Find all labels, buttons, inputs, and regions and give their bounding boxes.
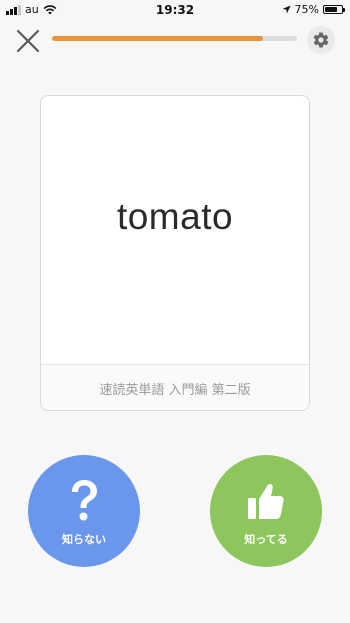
known-label: 知ってる xyxy=(244,533,288,546)
battery-level xyxy=(325,7,337,12)
progress-fill xyxy=(52,36,263,41)
close-button[interactable] xyxy=(14,27,42,55)
unknown-button[interactable]: 知らない xyxy=(28,455,140,567)
progress-bar xyxy=(52,36,297,41)
unknown-label: 知らない xyxy=(62,533,106,546)
settings-button[interactable] xyxy=(307,26,335,54)
location-arrow-icon xyxy=(281,5,291,14)
battery-icon xyxy=(323,5,345,14)
thumbs-up-icon xyxy=(246,479,286,523)
status-right: 75% xyxy=(281,3,345,16)
word-card[interactable]: tomato 速読英単語 入門編 第二版 xyxy=(40,95,310,411)
battery-percent: 75% xyxy=(294,3,319,16)
question-icon xyxy=(64,479,104,523)
card-source: 速読英単語 入門編 第二版 xyxy=(41,365,309,410)
gear-icon xyxy=(313,32,329,48)
status-bar: au 19:32 75% xyxy=(0,0,350,20)
known-button[interactable]: 知ってる xyxy=(210,455,322,567)
card-word: tomato xyxy=(116,196,234,237)
close-icon xyxy=(16,29,40,53)
